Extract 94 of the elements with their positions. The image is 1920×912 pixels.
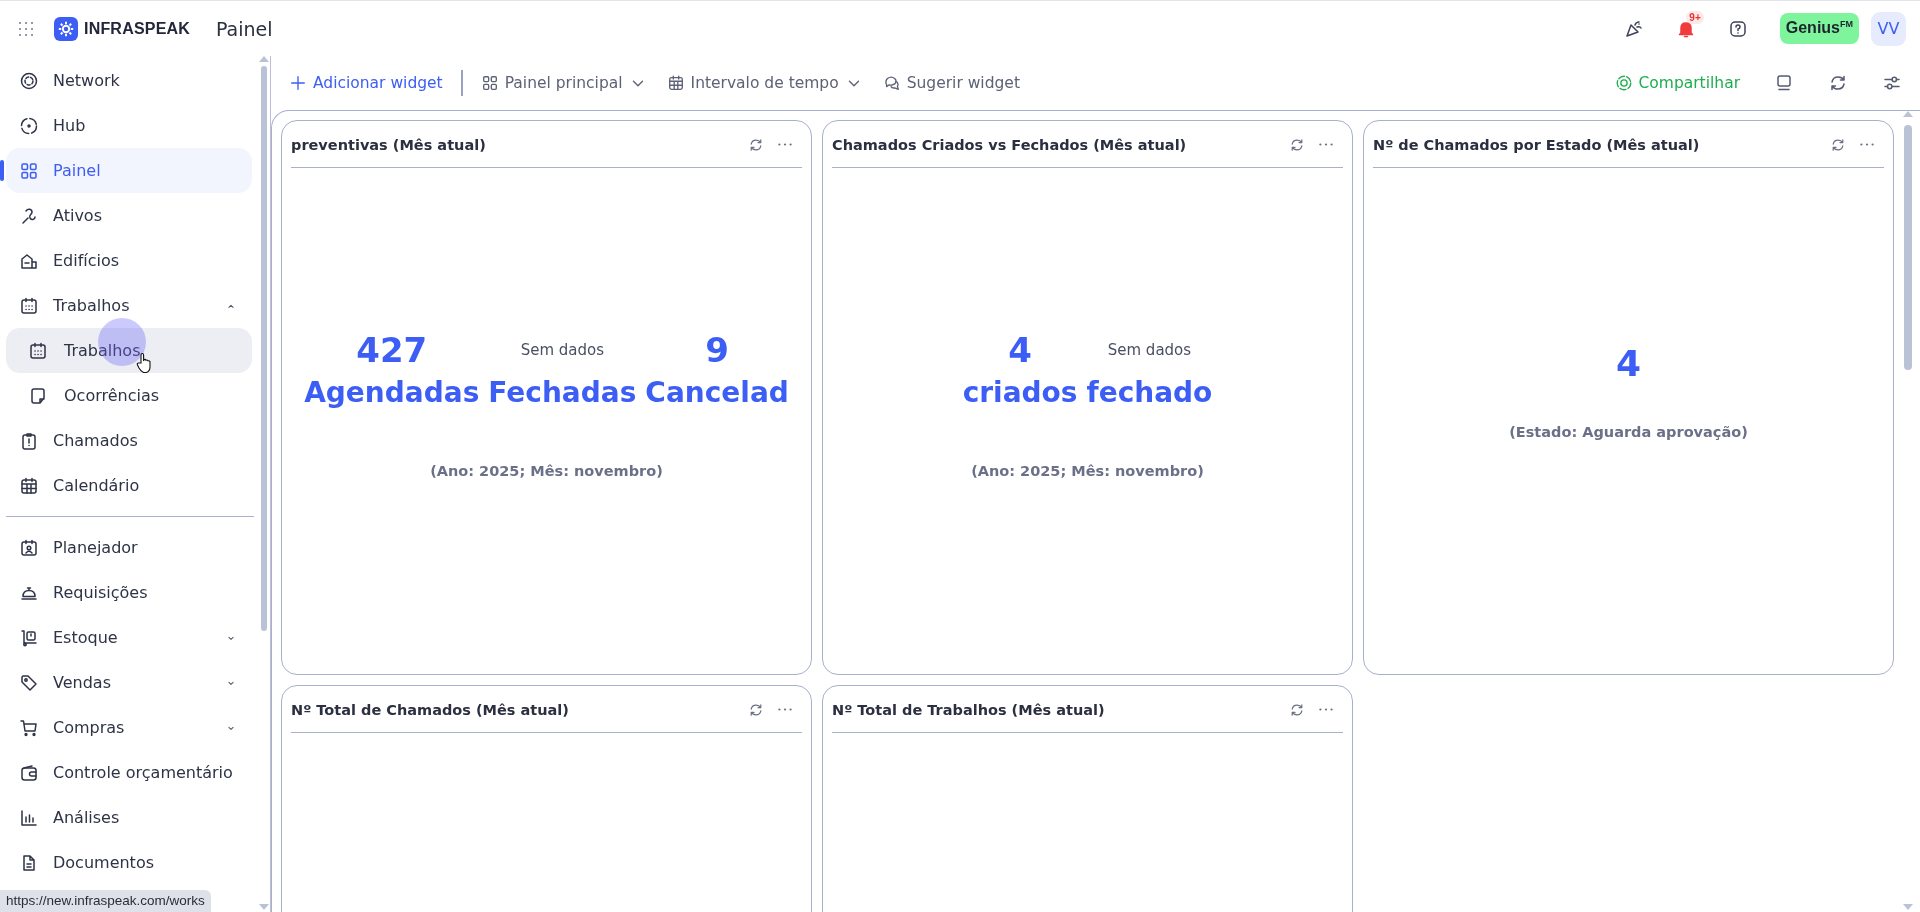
calendar-person-icon	[19, 537, 39, 558]
refresh-icon	[748, 701, 764, 718]
sidebar-item[interactable]: Documentos	[6, 840, 252, 885]
calendar-icon	[28, 340, 48, 361]
more-button[interactable]	[1319, 143, 1333, 146]
widget-title: preventivas (Mês atual)	[291, 136, 487, 153]
chat-bubbles-icon	[882, 74, 901, 92]
toolbar-button[interactable]: Intervalo de tempo	[666, 70, 863, 96]
sidebar-item[interactable]: Trabalhos	[6, 283, 252, 328]
sidebar-item[interactable]: Hub	[6, 103, 252, 148]
monitor-button[interactable]	[1774, 73, 1794, 93]
dashboard-icon	[480, 74, 499, 92]
refresh-icon	[1830, 136, 1846, 153]
stat-label: Fechadas	[488, 375, 637, 411]
stat-value: 4	[1008, 329, 1032, 372]
monitor-icon	[1774, 73, 1794, 93]
user-avatar[interactable]: VV	[1871, 11, 1906, 46]
scrollbar-thumb[interactable]	[261, 66, 267, 631]
tag-icon	[19, 672, 39, 693]
sidebar-item[interactable]: Planejador	[6, 525, 252, 570]
more-icon	[1860, 143, 1874, 146]
refresh-button[interactable]	[748, 701, 764, 718]
stat-label: Agendadas	[304, 375, 480, 411]
party-popper-icon	[1623, 18, 1644, 39]
toolbar-button[interactable]: Painel principal	[480, 70, 647, 96]
dashed-circle-icon	[19, 115, 39, 136]
refresh-icon	[1828, 73, 1848, 93]
sidebar-item[interactable]: Controle orçamentário	[6, 750, 252, 795]
widget-footnote: (Ano: 2025; Mês: novembro)	[430, 463, 663, 479]
sidebar-item[interactable]: Compras	[6, 705, 252, 750]
no-data-text: Sem dados	[520, 340, 604, 361]
status-url: https://new.infraspeak.com/works	[0, 890, 211, 912]
sidebar-item[interactable]: Network	[6, 58, 252, 103]
stat-value: 427	[356, 329, 428, 372]
plus-icon	[289, 74, 307, 92]
more-icon	[778, 143, 792, 146]
more-icon	[1319, 143, 1333, 146]
more-button[interactable]	[778, 143, 792, 146]
more-button[interactable]	[1319, 708, 1333, 711]
cart-icon	[19, 717, 39, 738]
stat-value: 9	[705, 329, 729, 372]
widget-title: Nº de Chamados por Estado (Mês atual)	[1373, 136, 1701, 153]
sidebar-item[interactable]: Ocorrências	[6, 373, 252, 418]
sidebar-item[interactable]: Edifícios	[6, 238, 252, 283]
widget-title: Chamados Criados vs Fechados (Mês atual)	[832, 136, 1188, 153]
no-data-text: Sem dados	[1107, 340, 1192, 361]
widget-title: Nº Total de Chamados (Mês atual)	[291, 701, 570, 718]
stat-label: Cancelad	[645, 375, 789, 411]
calendar-icon	[666, 74, 685, 92]
bar-chart-icon	[19, 807, 39, 828]
stat-label: criados	[962, 375, 1078, 411]
wallet-icon	[19, 762, 39, 783]
refresh-icon	[1289, 701, 1305, 718]
sidebar-item[interactable]: Requisições	[6, 570, 252, 615]
target-icon	[1614, 74, 1633, 92]
note-icon	[28, 385, 48, 406]
scrollbar-thumb[interactable]	[1904, 125, 1912, 370]
refresh-button[interactable]	[1289, 701, 1305, 718]
dashboard-icon	[19, 160, 39, 181]
sidebar-item[interactable]: Estoque	[6, 615, 252, 660]
refresh-icon	[1289, 136, 1305, 153]
stat-label: fechado	[1086, 375, 1213, 411]
notification-badge: 9+	[1686, 10, 1704, 24]
sidebar-item[interactable]: Vendas	[6, 660, 252, 705]
widget-footnote: (Ano: 2025; Mês: novembro)	[971, 463, 1204, 479]
widget-footnote: (Estado: Aguarda aprovação)	[1509, 424, 1748, 440]
sidebar-item[interactable]: Ativos	[6, 193, 252, 238]
sidebar-item[interactable]: Trabalhos	[6, 328, 252, 373]
toolbar-button[interactable]: Sugerir widget	[882, 70, 1020, 96]
refresh-button[interactable]	[748, 136, 764, 153]
sidebar-item[interactable]: Análises	[6, 795, 252, 840]
more-icon	[778, 708, 792, 711]
calendar-icon	[19, 295, 39, 316]
plan-button[interactable]: Genius$^{FM}$	[1779, 13, 1859, 44]
help-icon	[1727, 18, 1748, 39]
brand-name: INFRASPEAK	[84, 19, 190, 38]
sidebar-item[interactable]: Calendário	[6, 463, 252, 508]
refresh-button[interactable]	[1828, 73, 1848, 93]
dolly-icon	[19, 627, 39, 648]
more-button[interactable]	[1860, 143, 1874, 146]
sidebar-item[interactable]: Chamados	[6, 418, 252, 463]
more-icon	[1319, 708, 1333, 711]
logo-icon	[54, 16, 78, 41]
toolbar-button[interactable]: Adicionar widget	[289, 70, 443, 96]
stat-value: 4	[1615, 343, 1642, 384]
refresh-button[interactable]	[1289, 136, 1305, 153]
refresh-icon	[748, 136, 764, 153]
widget-title: Nº Total de Trabalhos (Mês atual)	[832, 701, 1106, 718]
more-button[interactable]	[778, 708, 792, 711]
notifications-button[interactable]: 9+	[1665, 10, 1706, 47]
clipboard-icon	[19, 430, 39, 451]
calendar-icon	[19, 475, 39, 496]
refresh-button[interactable]	[1830, 136, 1846, 153]
page-title: Painel	[216, 17, 273, 40]
